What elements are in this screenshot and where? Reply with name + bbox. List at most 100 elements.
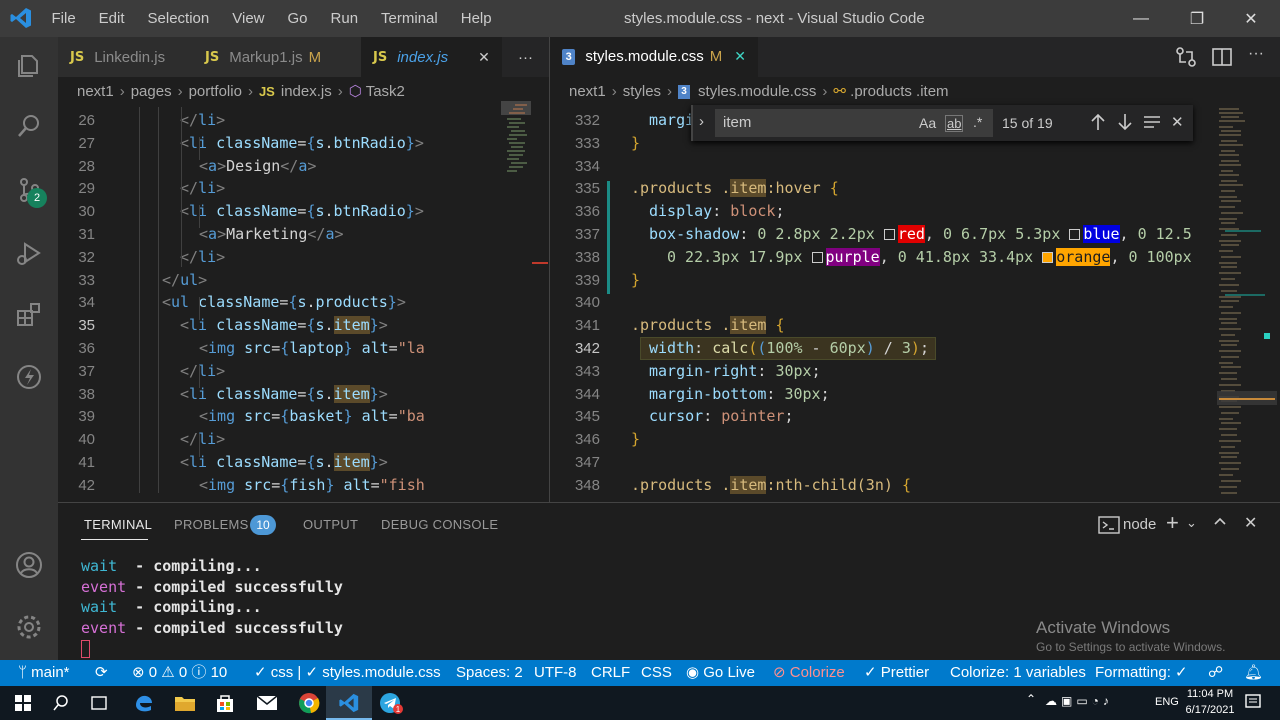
find-in-selection-icon[interactable] — [1142, 114, 1162, 132]
code-line[interactable]: box-shadow: 0 2.8px 2.2px red, 0 6.7px 5… — [649, 223, 1192, 246]
tab-linkedin-js[interactable]: JS Linkedin.js — [58, 37, 193, 77]
gear-icon[interactable] — [0, 602, 58, 652]
left-minimap[interactable] — [501, 101, 531, 191]
chevron-down-icon[interactable]: ⌄ — [1186, 515, 1197, 531]
go-live-button[interactable]: ◉ Go Live — [686, 660, 755, 686]
code-line[interactable]: } — [631, 132, 640, 155]
breadcrumb-item[interactable]: pages — [131, 83, 172, 100]
color-swatch[interactable] — [1042, 251, 1054, 263]
minimize-button[interactable]: — — [1118, 0, 1164, 37]
code-line[interactable]: <a>Design</a> — [199, 155, 316, 178]
edge-icon[interactable] — [120, 686, 166, 720]
code-line[interactable]: <li className={s.item}> — [180, 383, 388, 406]
language-status[interactable]: ✓ css | ✓ styles.module.css — [254, 660, 441, 686]
regex-icon[interactable]: .* — [973, 114, 982, 130]
code-line[interactable]: <a>Marketing</a> — [199, 223, 344, 246]
search-icon[interactable] — [0, 101, 58, 151]
code-line[interactable]: display: block; — [649, 200, 784, 223]
menu-terminal[interactable]: Terminal — [370, 10, 450, 27]
close-find-icon[interactable]: ✕ — [1171, 113, 1184, 131]
breadcrumb-item[interactable]: styles — [623, 83, 661, 100]
code-line[interactable]: } — [631, 428, 640, 451]
code-line[interactable]: <li className={s.btnRadio}> — [180, 132, 424, 155]
right-code-area[interactable]: 332 margi 333} 334 335 .products .item:hover … — [550, 107, 1215, 502]
encoding[interactable]: UTF-8 — [534, 660, 577, 686]
breadcrumb-item[interactable]: .products .item — [850, 83, 948, 100]
close-tab-icon[interactable]: ✕ — [734, 48, 746, 65]
menu-view[interactable]: View — [221, 10, 276, 27]
code-line[interactable]: <img src={fish} alt="fish — [199, 474, 425, 497]
eol[interactable]: CRLF — [591, 660, 630, 686]
tab-output[interactable]: OUTPUT — [303, 503, 358, 547]
feedback-icon[interactable]: ☍ — [1208, 660, 1223, 686]
problems-indicator[interactable]: ⊗ 0 ⚠ 0 ⓘ 10 — [132, 660, 227, 686]
tab-styles-module-css[interactable]: 3 styles.module.css M ✕ — [550, 37, 758, 77]
maximize-panel-icon[interactable] — [1212, 513, 1228, 529]
breadcrumb-item[interactable]: Task2 — [366, 83, 405, 100]
remote-explorer-icon[interactable] — [0, 352, 58, 402]
left-code-area[interactable]: 26 </li> 27 <li className={s.btnRadio}> 28 <a… — [58, 107, 549, 502]
code-line[interactable]: </li> — [180, 177, 225, 200]
code-line[interactable]: margi — [649, 109, 694, 132]
breadcrumb-item[interactable]: styles.module.css — [698, 83, 816, 100]
code-line[interactable]: 0 22.3px 17.9px purple, 0 41.8px 33.4px … — [667, 246, 1192, 269]
mail-icon[interactable] — [244, 686, 290, 720]
split-editor-icon[interactable] — [1210, 45, 1234, 69]
toggle-replace-chevron-icon[interactable]: › — [699, 113, 704, 130]
clock-time[interactable]: 11:04 PM — [1185, 688, 1235, 700]
code-line[interactable]: .products .item:hover { — [631, 177, 839, 200]
code-line[interactable]: margin-bottom: 30px; — [649, 383, 830, 406]
indentation[interactable]: Spaces: 2 — [456, 660, 523, 686]
branch-indicator[interactable]: ᛘ main* — [18, 660, 70, 686]
close-window-button[interactable]: ✕ — [1228, 0, 1274, 37]
colorize-button[interactable]: ⊘ Colorize — [773, 660, 845, 686]
code-line[interactable]: </li> — [180, 428, 225, 451]
tab-terminal[interactable]: TERMINAL — [84, 503, 152, 547]
task-view-icon[interactable] — [76, 686, 122, 720]
extensions-icon[interactable] — [0, 290, 58, 340]
code-line[interactable]: <li className={s.item}> — [180, 451, 388, 474]
tab-problems[interactable]: PROBLEMS — [174, 503, 249, 547]
color-swatch[interactable] — [811, 251, 823, 263]
sync-icon[interactable]: ⟳ — [95, 660, 108, 686]
menu-go[interactable]: Go — [276, 10, 319, 27]
code-line[interactable]: width: calc((100% - 60px) / 3); — [649, 337, 929, 360]
breadcrumb-item[interactable]: index.js — [281, 83, 332, 100]
run-debug-icon[interactable] — [0, 228, 58, 278]
system-tray-icons[interactable]: ☁▣▭◔♪ — [1045, 694, 1135, 712]
right-minimap[interactable] — [1215, 105, 1280, 502]
terminal-output[interactable]: wait - compiling... event - compiled succ… — [81, 556, 681, 638]
shell-select[interactable]: node — [1123, 516, 1156, 533]
breadcrumb-item[interactable]: portfolio — [189, 83, 242, 100]
whole-word-icon[interactable]: ab — [945, 115, 964, 132]
menu-file[interactable]: File — [40, 10, 87, 27]
input-language[interactable]: ENG — [1155, 696, 1179, 708]
tab-debug-console[interactable]: DEBUG CONSOLE — [381, 503, 498, 547]
code-line[interactable]: <li className={s.btnRadio}> — [180, 200, 424, 223]
close-tab-icon[interactable]: ✕ — [478, 49, 490, 66]
new-terminal-icon[interactable]: + — [1166, 510, 1179, 536]
menu-edit[interactable]: Edit — [87, 10, 136, 27]
code-line[interactable]: </li> — [180, 109, 225, 132]
compare-changes-icon[interactable] — [1174, 45, 1198, 69]
clock-date[interactable]: 6/17/2021 — [1183, 704, 1237, 716]
accounts-icon[interactable] — [0, 540, 58, 590]
notifications-bell-icon[interactable]: 🔔︎ — [1244, 660, 1263, 686]
menu-help[interactable]: Help — [449, 10, 503, 27]
prettier-button[interactable]: ✓ Prettier — [864, 660, 929, 686]
code-line[interactable]: } — [631, 269, 640, 292]
match-case-icon[interactable]: Aa — [919, 115, 936, 131]
formatting-status[interactable]: Formatting: ✓ — [1095, 660, 1188, 686]
color-swatch[interactable] — [883, 229, 895, 240]
next-match-icon[interactable] — [1116, 112, 1134, 132]
close-panel-icon[interactable]: ✕ — [1244, 513, 1257, 533]
code-line[interactable]: </ul> — [162, 269, 207, 292]
tray-chevron-icon[interactable]: ⌃ — [1026, 692, 1036, 706]
code-line[interactable]: <img src={basket} alt="ba — [199, 405, 425, 428]
action-center-icon[interactable] — [1244, 693, 1262, 711]
breadcrumb-item[interactable]: next1 — [569, 83, 606, 100]
more-actions-button[interactable]: ··· — [1244, 45, 1268, 69]
code-line[interactable]: .products .item { — [631, 314, 785, 337]
breadcrumb-item[interactable]: next1 — [77, 83, 114, 100]
code-line[interactable]: </li> — [180, 246, 225, 269]
